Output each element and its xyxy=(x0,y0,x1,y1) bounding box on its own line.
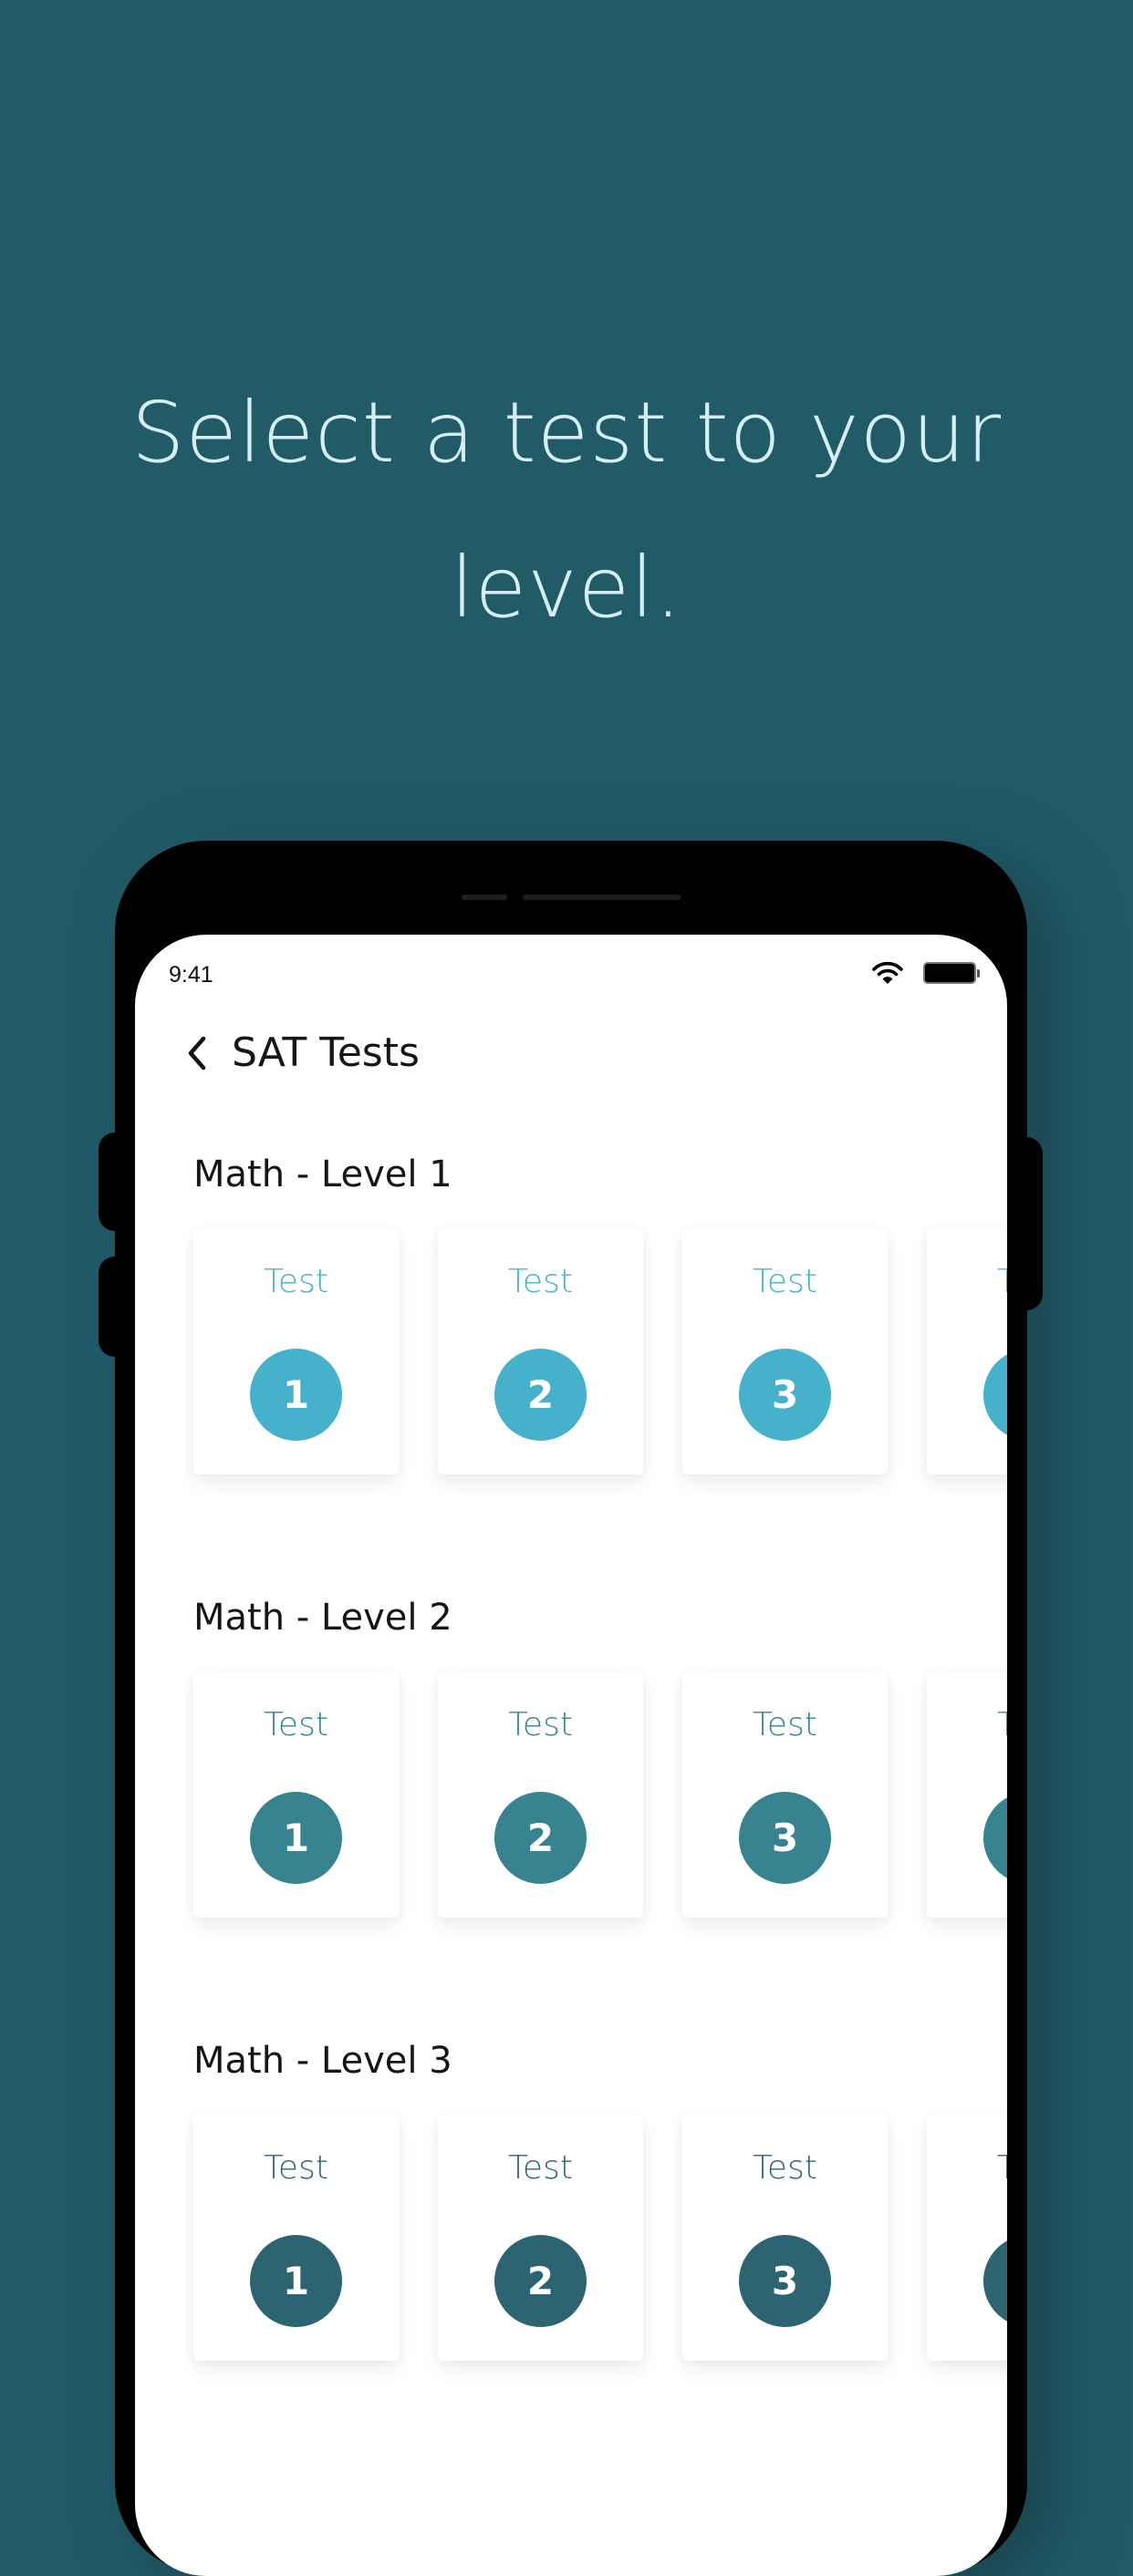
section-title: Math - Level 3 xyxy=(193,2040,452,2082)
phone-sensor xyxy=(462,895,507,900)
section-title: Math - Level 1 xyxy=(193,1154,452,1195)
test-number-badge: 1 xyxy=(250,2235,342,2327)
tests-row[interactable]: Test 1 Test 2 Test 3 Test 4 xyxy=(193,2115,1007,2406)
test-card[interactable]: Test 2 xyxy=(438,1671,643,1918)
test-number-badge: 4 xyxy=(983,2235,1007,2327)
headline-line-2: level. xyxy=(450,539,682,636)
battery-icon xyxy=(923,962,980,984)
phone-screen: 9:41 SAT Tests Math - Level 1 Test 1 Test 2… xyxy=(135,935,1007,2576)
promo-headline: Select a test to your level. xyxy=(0,356,1133,666)
page-title: SAT Tests xyxy=(232,1029,420,1076)
test-number-badge: 2 xyxy=(494,1792,587,1884)
test-card-label: Test xyxy=(753,1263,817,1300)
test-card[interactable]: Test 1 xyxy=(193,1228,399,1474)
test-card-label: Test xyxy=(927,1263,1007,1300)
test-number-badge: 3 xyxy=(739,1349,831,1441)
test-card-label: Test xyxy=(927,1706,1007,1743)
test-number-badge: 3 xyxy=(739,2235,831,2327)
test-card-label: Test xyxy=(753,2149,817,2187)
wifi-icon xyxy=(872,961,903,985)
test-card[interactable]: Test 1 xyxy=(193,1671,399,1918)
test-number-badge: 4 xyxy=(983,1792,1007,1884)
headline-line-1: Select a test to your xyxy=(130,384,1003,481)
section-title: Math - Level 2 xyxy=(193,1597,452,1639)
test-card-label: Test xyxy=(927,2149,1007,2187)
test-card[interactable]: Test 3 xyxy=(682,1228,888,1474)
phone-speaker xyxy=(523,895,681,900)
test-number-badge: 1 xyxy=(250,1792,342,1884)
test-card[interactable]: Test 2 xyxy=(438,2115,643,2361)
test-card[interactable]: Test 3 xyxy=(682,1671,888,1918)
test-card-label: Test xyxy=(264,1706,328,1743)
status-time: 9:41 xyxy=(169,962,213,988)
nav-back-button[interactable]: SAT Tests xyxy=(186,1029,420,1076)
test-card-label: Test xyxy=(508,1263,573,1300)
test-card[interactable]: Test 1 xyxy=(193,2115,399,2361)
test-number-badge: 4 xyxy=(983,1349,1007,1441)
tests-row[interactable]: Test 1 Test 2 Test 3 Test 4 xyxy=(193,1671,1007,1963)
test-card-label: Test xyxy=(753,1706,817,1743)
test-number-badge: 2 xyxy=(494,2235,587,2327)
test-card[interactable]: Test 4 xyxy=(927,2115,1007,2361)
test-card-label: Test xyxy=(508,2149,573,2187)
test-card[interactable]: Test 4 xyxy=(927,1671,1007,1918)
test-card[interactable]: Test 3 xyxy=(682,2115,888,2361)
tests-row[interactable]: Test 1 Test 2 Test 3 Test 4 xyxy=(193,1228,1007,1520)
chevron-left-icon[interactable] xyxy=(186,1036,208,1071)
test-card-label: Test xyxy=(264,2149,328,2187)
test-card[interactable]: Test 2 xyxy=(438,1228,643,1474)
test-card[interactable]: Test 4 xyxy=(927,1228,1007,1474)
test-number-badge: 1 xyxy=(250,1349,342,1441)
test-number-badge: 2 xyxy=(494,1349,587,1441)
test-card-label: Test xyxy=(264,1263,328,1300)
test-card-label: Test xyxy=(508,1706,573,1743)
status-icons xyxy=(872,961,980,985)
test-number-badge: 3 xyxy=(739,1792,831,1884)
